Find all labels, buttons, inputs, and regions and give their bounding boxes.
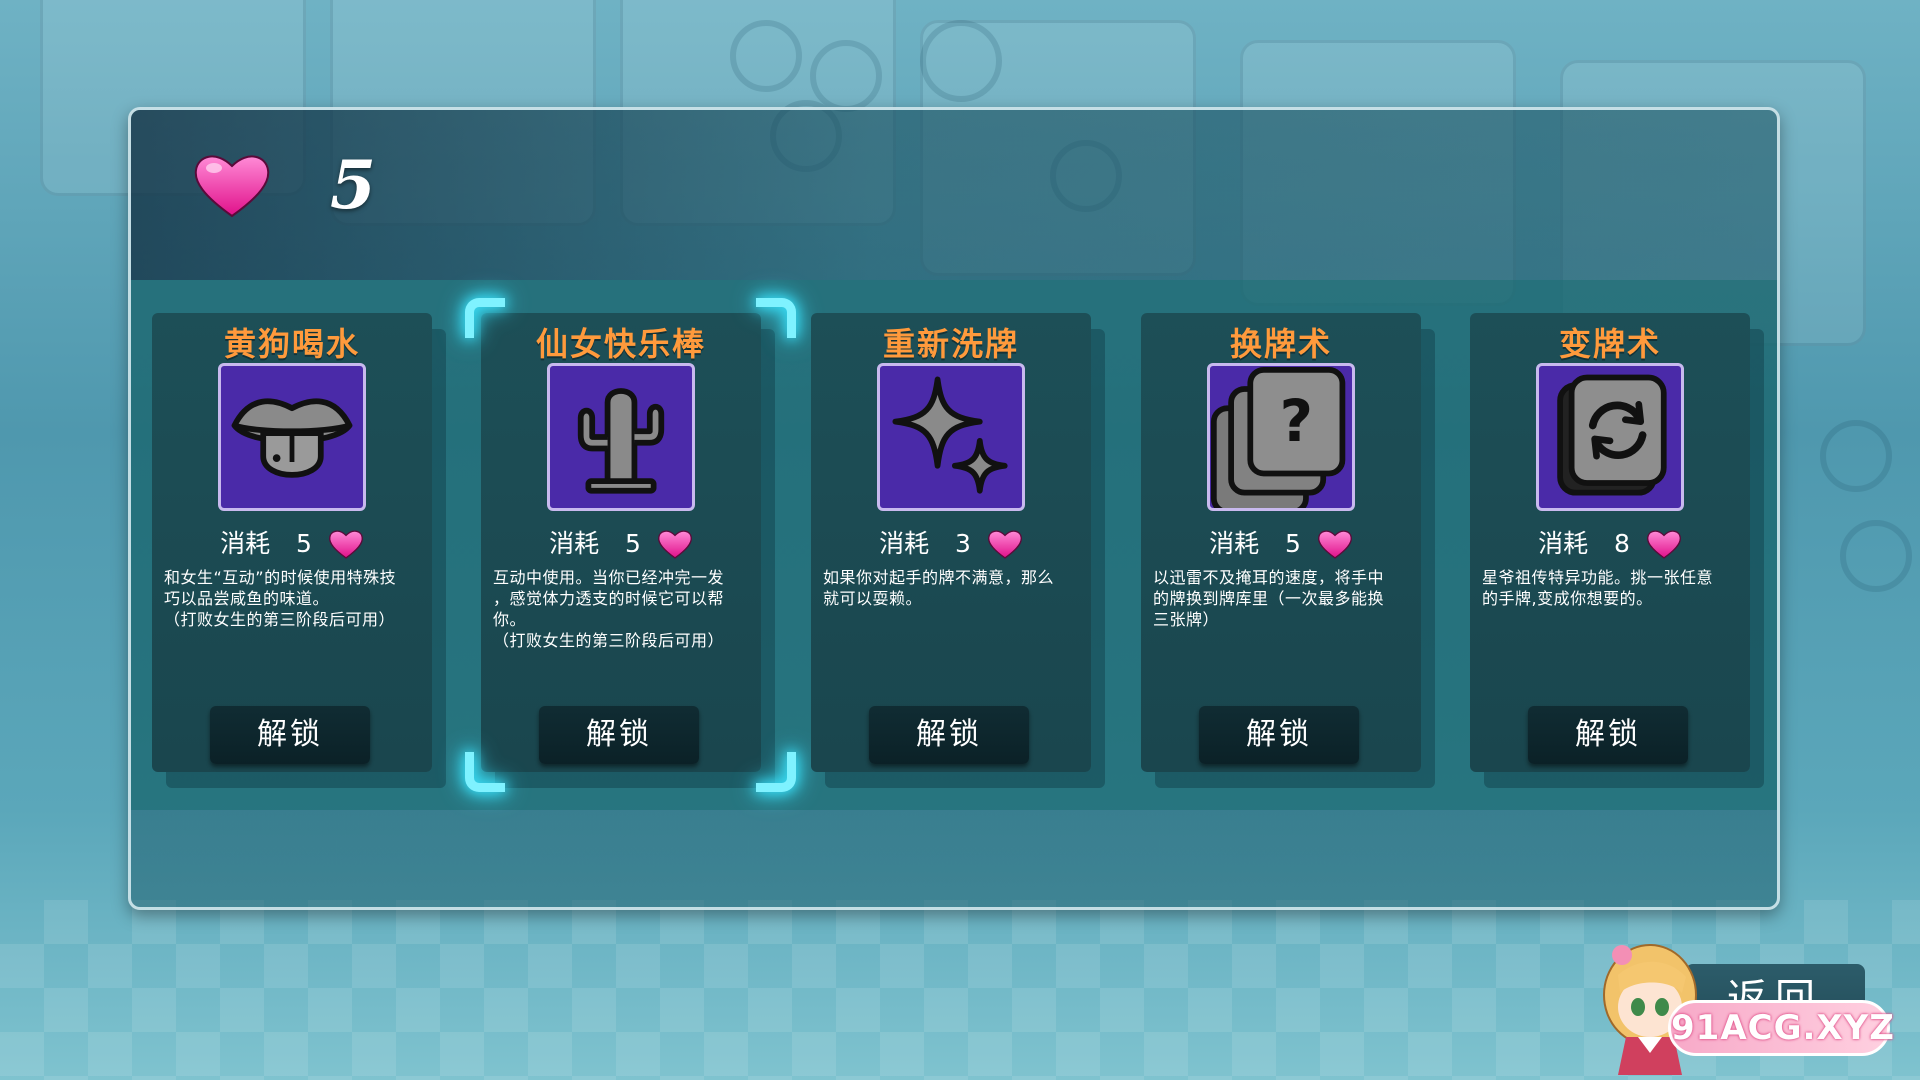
description-line: ，感觉体力透支的时候它可以帮 [493,589,725,608]
cost-label: 消耗 [220,529,271,558]
description-line: 如果你对起手的牌不满意，那么 [823,568,1055,587]
skill-card-yellow-dog[interactable]: 黄狗喝水 消耗 5 和女生“互动”的时候使用特殊技 巧以品尝咸鱼的味道。 （打败… [152,313,432,772]
selection-bracket-top-right [756,298,796,338]
description-line: 的牌换到牌库里（一次最多能换 [1153,589,1385,608]
unlock-button[interactable]: 解锁 [539,706,699,764]
card-description: 星爷祖传特异功能。挑一张任意 的手牌,变成你想要的。 [1482,567,1740,609]
skill-card-transform[interactable]: 变牌术 消耗 8 星爷祖传特异功能。挑一张任意 的手牌,变成你想要的。 解锁 [1470,313,1750,772]
watermark-badge: 91ACG.XYZ [1668,1000,1894,1056]
skill-card-swap-cards[interactable]: 换牌术 ? 消耗 5 以迅雷不及掩耳的速度，将手中 的牌换到牌库里（一次最多能换… [1141,313,1421,772]
unlock-button[interactable]: 解锁 [210,706,370,764]
cost-label: 消耗 [1538,529,1589,558]
description-line: （打败女生的第三阶段后可用） [493,631,725,650]
card-description: 以迅雷不及掩耳的速度，将手中 的牌换到牌库里（一次最多能换 三张牌） [1153,567,1411,630]
cost-row: 消耗 5 [152,525,432,561]
card-title: 仙女快乐棒 [535,325,706,363]
unlock-button[interactable]: 解锁 [1528,706,1688,764]
description-line: 就可以耍赖。 [823,589,923,608]
description-line: 你。 [493,610,527,629]
card-refresh-icon [1536,363,1684,511]
card-title: 重新洗牌 [882,325,1019,363]
card-description: 和女生“互动”的时候使用特殊技 巧以品尝咸鱼的味道。 （打败女生的第三阶段后可用… [164,567,422,630]
cactus-icon [547,363,695,511]
description-line: 和女生“互动”的时候使用特殊技 [164,568,397,587]
hearts-count: 5 [330,146,376,224]
cost-label: 消耗 [549,529,600,558]
selection-bracket-bottom-right [756,752,796,792]
unlock-button[interactable]: 解锁 [1199,706,1359,764]
unlock-button[interactable]: 解锁 [869,706,1029,764]
skill-card-reshuffle[interactable]: 重新洗牌 消耗 3 如果你对起手的牌不满意，那么 就可以耍赖。 解锁 [811,313,1091,772]
description-line: 巧以品尝咸鱼的味道。 [164,589,330,608]
description-line: 的手牌,变成你想要的。 [1482,589,1653,608]
description-line: 星爷祖传特异功能。挑一张任意 [1482,568,1714,587]
card-description: 如果你对起手的牌不满意，那么 就可以耍赖。 [823,567,1081,609]
cost-row: 消耗 8 [1470,525,1750,561]
selection-bracket-top-left [465,298,505,338]
description-line: 互动中使用。当你已经冲完一发 [493,568,725,587]
sparkle-stars-icon [877,363,1025,511]
skill-card-fairy-stick[interactable]: 仙女快乐棒 消耗 5 互动中使用。当你已经冲完一发 ，感觉体力透支的时候它可以帮… [481,313,761,772]
description-line: （打败女生的第三阶段后可用） [164,610,396,629]
card-title: 黄狗喝水 [223,325,360,363]
cost-row: 消耗 5 [481,525,761,561]
card-description: 互动中使用。当你已经冲完一发 ，感觉体力透支的时候它可以帮 你。 （打败女生的第… [493,567,751,651]
card-title: 换牌术 [1229,325,1332,363]
panel-header [131,110,1777,280]
cost-value: 5 [296,529,312,558]
heart-icon [1646,530,1681,559]
svg-text:?: ? [1280,388,1313,455]
cost-value: 3 [955,529,971,558]
cost-value: 5 [1285,529,1301,558]
cost-label: 消耗 [879,529,930,558]
heart-icon [328,530,363,559]
cost-value: 5 [625,529,641,558]
cost-row: 消耗 3 [811,525,1091,561]
heart-icon [987,530,1022,559]
description-line: 以迅雷不及掩耳的速度，将手中 [1153,568,1385,587]
card-title: 变牌术 [1558,325,1661,363]
cost-value: 8 [1614,529,1630,558]
description-line: 三张牌） [1153,610,1220,629]
question-cards-icon: ? [1207,363,1355,511]
heart-icon [194,155,270,218]
cost-label: 消耗 [1209,529,1260,558]
cost-row: 消耗 5 [1141,525,1421,561]
heart-icon [657,530,692,559]
heart-icon [1317,530,1352,559]
tongue-lips-icon [218,363,366,511]
selection-bracket-bottom-left [465,752,505,792]
